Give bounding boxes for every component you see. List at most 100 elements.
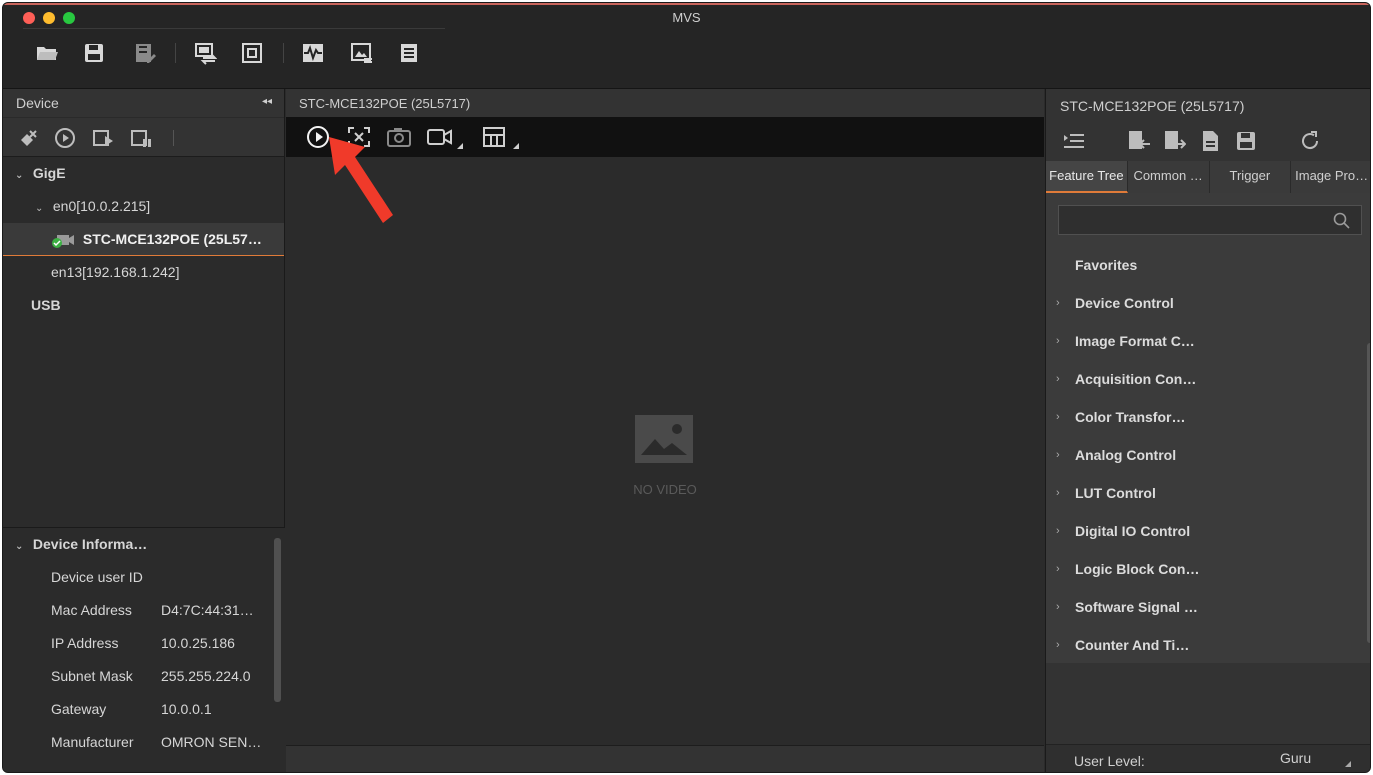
device-info-title: Device Informa… — [32, 536, 148, 552]
info-value: D4:7C:44:31… — [161, 602, 254, 618]
feature-label: Image Format C… — [1075, 333, 1195, 349]
chevron-right-icon[interactable]: › — [1056, 626, 1060, 664]
grid-dropdown-icon[interactable] — [513, 143, 519, 149]
chevron-right-icon[interactable]: › — [1056, 512, 1060, 550]
properties-tabs: Feature Tree Common … Trigger Image Pro… — [1046, 161, 1370, 193]
folder-open-icon[interactable] — [33, 39, 61, 67]
preview-title: STC-MCE132POE (25L5717) — [286, 89, 1044, 117]
record-dropdown-icon[interactable] — [457, 143, 463, 149]
list-view-icon[interactable] — [1062, 129, 1086, 153]
feature-scrollbar[interactable] — [1367, 343, 1370, 643]
fit-window-icon[interactable] — [238, 39, 266, 67]
toolbar-divider — [23, 28, 445, 29]
export-feature-icon[interactable] — [1162, 129, 1186, 153]
image-chart-icon[interactable] — [348, 39, 376, 67]
stop-all-icon[interactable] — [129, 126, 153, 150]
info-row-gateway: Gateway 10.0.0.1 — [3, 693, 285, 726]
refresh-icon[interactable] — [1298, 129, 1322, 153]
info-value: 10.0.0.1 — [161, 701, 212, 717]
tab-feature-tree[interactable]: Feature Tree — [1046, 161, 1128, 193]
feature-label: Analog Control — [1075, 447, 1177, 463]
user-level-select[interactable]: Guru — [1280, 750, 1311, 766]
performance-icon[interactable] — [299, 39, 327, 67]
properties-panel: STC-MCE132POE (25L5717) Feature Tree Com… — [1045, 89, 1370, 772]
import-feature-icon[interactable] — [1126, 129, 1150, 153]
feature-label: Digital IO Control — [1075, 523, 1191, 539]
tree-item-label: USB — [31, 297, 61, 313]
log-icon[interactable] — [395, 39, 423, 67]
chevron-right-icon[interactable]: › — [1056, 360, 1060, 398]
camera-connected-icon — [52, 235, 74, 249]
tab-common[interactable]: Common … — [1127, 161, 1210, 193]
title-bar: MVS — [3, 3, 1370, 89]
tab-image-process[interactable]: Image Pro… — [1291, 161, 1370, 193]
chevron-right-icon[interactable]: › — [1056, 284, 1060, 322]
feature-label: Device Control — [1075, 295, 1174, 311]
device-panel-title: Device — [16, 95, 59, 111]
chevron-right-icon[interactable]: › — [1056, 398, 1060, 436]
tree-item-label: STC-MCE132POE (25L57… — [82, 231, 262, 247]
user-level-bar: User Level: Guru — [1046, 744, 1370, 772]
save-as-icon[interactable] — [131, 39, 159, 67]
document-icon[interactable] — [1198, 129, 1222, 153]
save-icon[interactable] — [80, 39, 108, 67]
save-params-icon[interactable] — [1234, 129, 1258, 153]
chevron-down-icon[interactable]: ⌄ — [35, 192, 49, 225]
device-toolbar — [3, 117, 284, 157]
chevron-right-icon[interactable]: › — [1056, 588, 1060, 626]
info-row-device-user-id: Device user ID — [3, 561, 285, 594]
start-all-icon[interactable] — [91, 126, 115, 150]
info-row-manufacturer: Manufacturer OMRON SEN… — [3, 726, 285, 759]
tree-item-camera[interactable]: STC-MCE132POE (25L57… — [3, 223, 284, 256]
chevron-right-icon[interactable]: › — [1056, 474, 1060, 512]
switch-window-icon[interactable] — [191, 39, 219, 67]
tree-item-label: GigE — [32, 165, 66, 181]
device-panel: Device ◂◂ ⌄ GigE ⌄ en0[10.0.2.215] STC-M… — [3, 89, 285, 772]
device-info-panel: ⌄ Device Informa… Device user ID Mac Add… — [3, 527, 285, 772]
info-key: Subnet Mask — [51, 668, 133, 684]
properties-title: STC-MCE132POE (25L5717) — [1060, 98, 1245, 114]
chevron-right-icon[interactable]: › — [1056, 550, 1060, 588]
info-value: 10.0.25.186 — [161, 635, 235, 651]
chevron-right-icon[interactable]: › — [1056, 436, 1060, 474]
feature-label: Color Transfor… — [1075, 409, 1186, 425]
properties-toolbar — [1046, 119, 1370, 159]
tree-item-en0[interactable]: ⌄ en0[10.0.2.215] — [3, 190, 284, 223]
tab-trigger[interactable]: Trigger — [1209, 161, 1292, 193]
collapse-panel-icon[interactable]: ◂◂ — [262, 96, 272, 107]
start-grab-icon[interactable] — [53, 126, 77, 150]
info-key: IP Address — [51, 635, 119, 651]
chevron-right-icon[interactable]: › — [1056, 322, 1060, 360]
annotation-arrow-icon — [329, 137, 393, 223]
feature-label: Logic Block Con… — [1075, 561, 1200, 577]
feature-search-input[interactable] — [1058, 205, 1362, 235]
grid-layout-icon[interactable] — [482, 125, 506, 149]
tree-item-en13[interactable]: en13[192.168.1.242] — [3, 256, 284, 289]
device-info-header[interactable]: ⌄ Device Informa… — [3, 528, 285, 561]
preview-toolbar — [286, 117, 1044, 157]
search-icon — [1333, 212, 1350, 229]
preview-panel: STC-MCE132POE (25L5717) NO VIDEO — [286, 89, 1044, 772]
device-panel-header: Device ◂◂ — [3, 89, 284, 117]
no-video-label: NO VIDEO — [633, 482, 697, 497]
feature-label: LUT Control — [1075, 485, 1156, 501]
device-tree: ⌄ GigE ⌄ en0[10.0.2.215] STC-MCE132POE (… — [3, 157, 284, 322]
disconnect-icon[interactable] — [17, 126, 41, 150]
info-value: OMRON SEN… — [161, 734, 262, 750]
user-level-dropdown-icon[interactable] — [1345, 761, 1351, 767]
tree-item-gige[interactable]: ⌄ GigE — [3, 157, 284, 190]
info-key: Manufacturer — [51, 734, 134, 750]
video-record-icon[interactable] — [426, 125, 454, 149]
info-scrollbar[interactable] — [274, 538, 281, 702]
chevron-down-icon[interactable]: ⌄ — [15, 159, 29, 192]
info-key: Mac Address — [51, 602, 132, 618]
video-display: NO VIDEO — [286, 157, 1044, 745]
mvs-window: MVS Device ◂◂ ⌄ GigE ⌄ en0[10.0.2.215] S… — [2, 2, 1371, 773]
feature-label: Counter And Ti… — [1075, 637, 1190, 653]
feature-tree: Favorites › Device Control › Image Format … — [1046, 193, 1370, 664]
chevron-down-icon[interactable]: ⌄ — [15, 530, 29, 563]
title-accent-line — [3, 3, 1370, 5]
window-title: MVS — [672, 10, 701, 25]
tree-item-usb[interactable]: USB — [3, 289, 284, 322]
info-row-subnet-mask: Subnet Mask 255.255.224.0 — [3, 660, 285, 693]
